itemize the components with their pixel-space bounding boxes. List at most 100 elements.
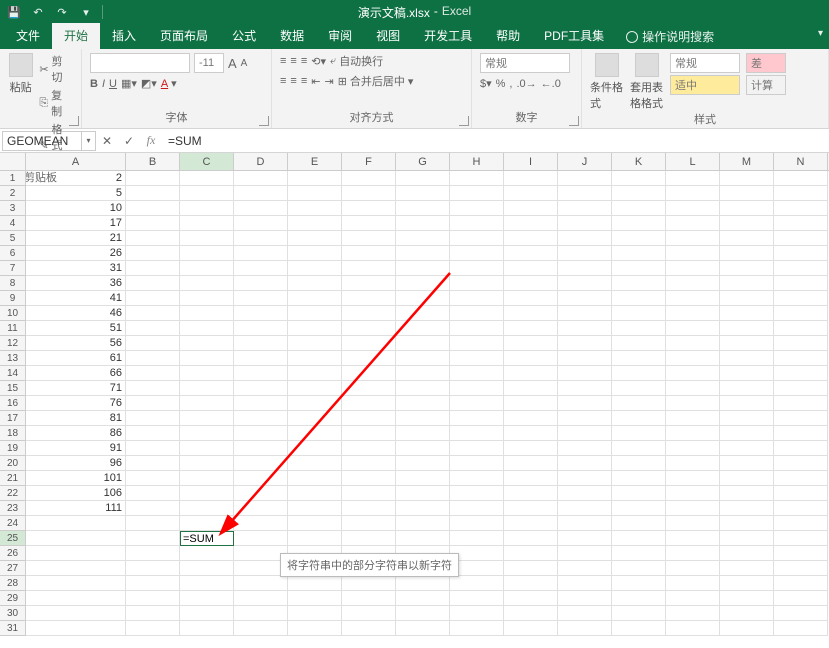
column-header-H[interactable]: H <box>450 153 504 170</box>
cell-L22[interactable] <box>666 486 720 501</box>
cell-E25[interactable] <box>288 531 342 546</box>
cell-F23[interactable] <box>342 501 396 516</box>
align-top-button[interactable]: ≡ <box>280 55 286 67</box>
cell-style-calc[interactable]: 计算 <box>746 75 786 95</box>
cell-J25[interactable] <box>558 531 612 546</box>
cell-A29[interactable] <box>26 591 126 606</box>
cell-G2[interactable] <box>396 186 450 201</box>
row-header-5[interactable]: 5 <box>0 231 26 246</box>
cell-K30[interactable] <box>612 606 666 621</box>
cell-F9[interactable] <box>342 291 396 306</box>
cell-H31[interactable] <box>450 621 504 636</box>
cell-I31[interactable] <box>504 621 558 636</box>
cell-J14[interactable] <box>558 366 612 381</box>
cell-J6[interactable] <box>558 246 612 261</box>
cell-M2[interactable] <box>720 186 774 201</box>
cell-M6[interactable] <box>720 246 774 261</box>
cell-C19[interactable] <box>180 441 234 456</box>
cell-E31[interactable] <box>288 621 342 636</box>
cell-A9[interactable]: 41 <box>26 291 126 306</box>
cell-J24[interactable] <box>558 516 612 531</box>
cell-M15[interactable] <box>720 381 774 396</box>
cell-M7[interactable] <box>720 261 774 276</box>
cell-F28[interactable] <box>342 576 396 591</box>
increase-font-button[interactable]: A <box>228 56 237 71</box>
cell-A22[interactable]: 106 <box>26 486 126 501</box>
decrease-decimal-button[interactable]: ←.0 <box>541 78 561 90</box>
cell-F11[interactable] <box>342 321 396 336</box>
cell-M30[interactable] <box>720 606 774 621</box>
cell-J28[interactable] <box>558 576 612 591</box>
row-header-7[interactable]: 7 <box>0 261 26 276</box>
cell-H12[interactable] <box>450 336 504 351</box>
cell-N18[interactable] <box>774 426 828 441</box>
column-header-D[interactable]: D <box>234 153 288 170</box>
cell-C1[interactable] <box>180 171 234 186</box>
cell-H29[interactable] <box>450 591 504 606</box>
cell-E15[interactable] <box>288 381 342 396</box>
row-header-4[interactable]: 4 <box>0 216 26 231</box>
cell-A1[interactable]: 2 <box>26 171 126 186</box>
conditional-format-button[interactable]: 条件格式 <box>590 53 624 111</box>
cell-K11[interactable] <box>612 321 666 336</box>
cell-J7[interactable] <box>558 261 612 276</box>
cell-A14[interactable]: 66 <box>26 366 126 381</box>
increase-decimal-button[interactable]: .0→ <box>516 78 536 90</box>
tab-pdf-tools[interactable]: PDF工具集 <box>532 23 616 49</box>
cell-C14[interactable] <box>180 366 234 381</box>
cell-E18[interactable] <box>288 426 342 441</box>
decrease-indent-button[interactable]: ⇤ <box>311 75 320 88</box>
column-header-I[interactable]: I <box>504 153 558 170</box>
cell-H23[interactable] <box>450 501 504 516</box>
cell-G28[interactable] <box>396 576 450 591</box>
cell-N26[interactable] <box>774 546 828 561</box>
cell-L26[interactable] <box>666 546 720 561</box>
cell-K3[interactable] <box>612 201 666 216</box>
cell-J4[interactable] <box>558 216 612 231</box>
row-header-18[interactable]: 18 <box>0 426 26 441</box>
cell-B29[interactable] <box>126 591 180 606</box>
cell-H1[interactable] <box>450 171 504 186</box>
cell-L4[interactable] <box>666 216 720 231</box>
cell-K29[interactable] <box>612 591 666 606</box>
cell-B7[interactable] <box>126 261 180 276</box>
cell-F10[interactable] <box>342 306 396 321</box>
select-all-corner[interactable] <box>0 153 26 170</box>
cell-B3[interactable] <box>126 201 180 216</box>
cell-B24[interactable] <box>126 516 180 531</box>
cell-J26[interactable] <box>558 546 612 561</box>
cell-L13[interactable] <box>666 351 720 366</box>
cell-C9[interactable] <box>180 291 234 306</box>
cell-A16[interactable]: 76 <box>26 396 126 411</box>
cell-I3[interactable] <box>504 201 558 216</box>
fill-color-button[interactable]: ◩▾ <box>141 77 157 90</box>
cell-J10[interactable] <box>558 306 612 321</box>
cell-M23[interactable] <box>720 501 774 516</box>
worksheet-grid[interactable]: ABCDEFGHIJKLMN 1225310417521626731836941… <box>0 153 829 648</box>
cell-E14[interactable] <box>288 366 342 381</box>
cell-L19[interactable] <box>666 441 720 456</box>
cell-C29[interactable] <box>180 591 234 606</box>
cell-A17[interactable]: 81 <box>26 411 126 426</box>
cell-C22[interactable] <box>180 486 234 501</box>
cell-H20[interactable] <box>450 456 504 471</box>
cell-I15[interactable] <box>504 381 558 396</box>
ribbon-display-options-icon[interactable]: ▾ <box>818 28 823 39</box>
cell-J17[interactable] <box>558 411 612 426</box>
qat-customize-icon[interactable]: ▾ <box>78 4 94 20</box>
cell-C10[interactable] <box>180 306 234 321</box>
align-middle-button[interactable]: ≡ <box>290 55 296 67</box>
row-header-31[interactable]: 31 <box>0 621 26 636</box>
cell-G7[interactable] <box>396 261 450 276</box>
cell-C21[interactable] <box>180 471 234 486</box>
column-header-J[interactable]: J <box>558 153 612 170</box>
cell-L5[interactable] <box>666 231 720 246</box>
cell-H28[interactable] <box>450 576 504 591</box>
column-header-G[interactable]: G <box>396 153 450 170</box>
cell-A4[interactable]: 17 <box>26 216 126 231</box>
cell-A12[interactable]: 56 <box>26 336 126 351</box>
cell-K20[interactable] <box>612 456 666 471</box>
cell-K15[interactable] <box>612 381 666 396</box>
cell-C6[interactable] <box>180 246 234 261</box>
cell-M1[interactable] <box>720 171 774 186</box>
